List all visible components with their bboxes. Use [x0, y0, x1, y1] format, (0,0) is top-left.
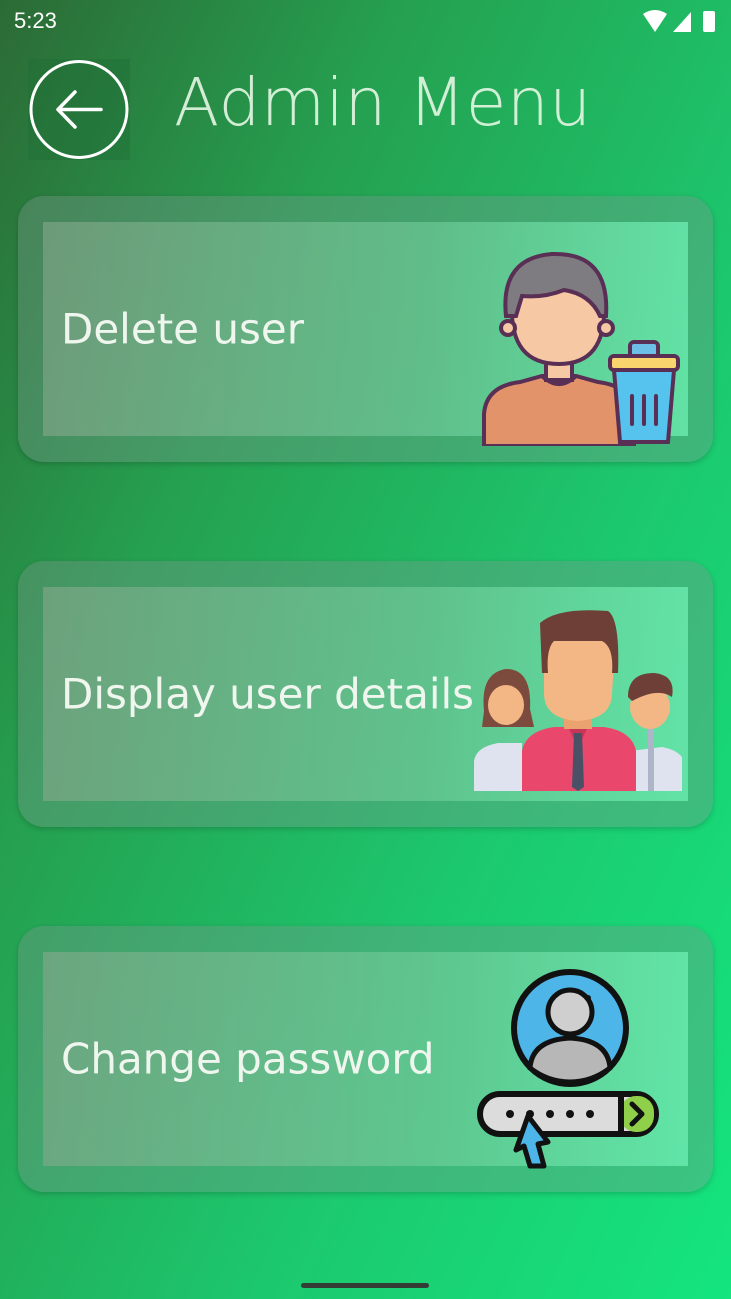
status-bar: 5:23: [0, 0, 731, 44]
navigation-handle[interactable]: [301, 1283, 429, 1288]
display-user-details-label: Display user details: [61, 669, 475, 719]
users-group-icon: [474, 610, 682, 791]
battery-icon: [703, 11, 715, 32]
delete-user-icon: [482, 251, 680, 446]
wifi-icon: [643, 10, 667, 32]
signal-icon: [673, 12, 691, 32]
change-password-label: Change password: [61, 1034, 435, 1084]
display-user-details-card-inner: Display user details: [43, 587, 688, 801]
delete-user-label: Delete user: [61, 304, 304, 354]
change-password-card[interactable]: Change password: [18, 926, 713, 1192]
delete-user-card-inner: Delete user: [43, 222, 688, 446]
back-arrow-icon: [29, 60, 129, 159]
back-button[interactable]: [28, 59, 130, 160]
page-title: Admin Menu: [174, 64, 592, 141]
password-user-icon: [477, 969, 659, 1169]
status-icons: [643, 10, 715, 32]
display-user-details-card[interactable]: Display user details: [18, 561, 713, 827]
delete-user-card[interactable]: Delete user: [18, 196, 713, 462]
status-time: 5:23: [14, 8, 57, 33]
change-password-card-inner: Change password: [43, 952, 688, 1169]
